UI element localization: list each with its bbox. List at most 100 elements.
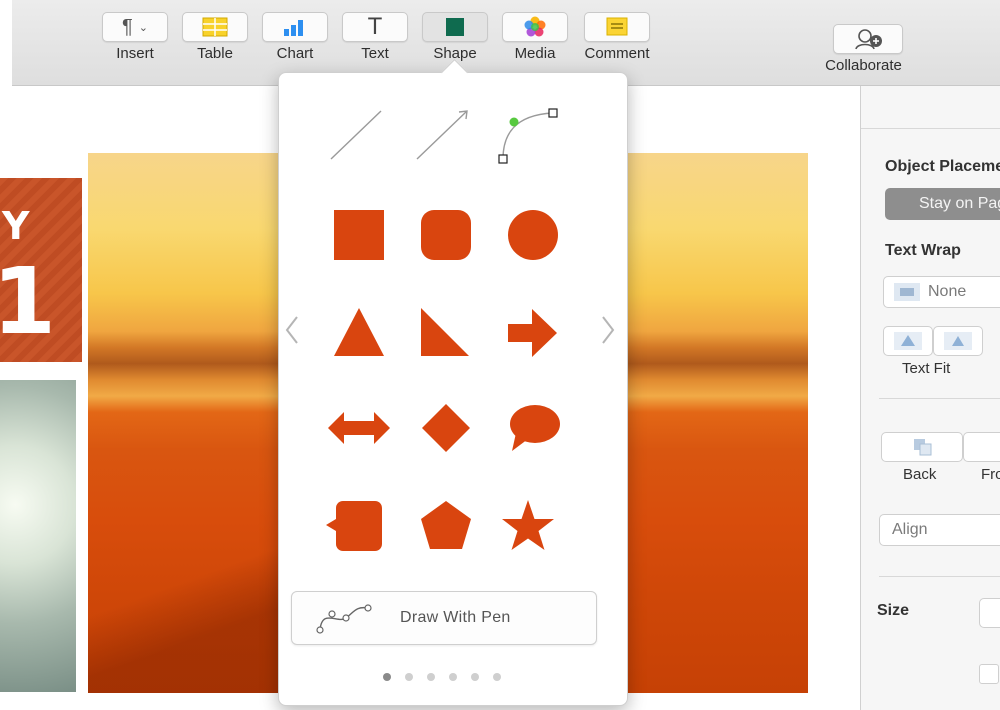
- right-triangle-icon: [421, 308, 469, 356]
- shape-speech-bubble[interactable]: [498, 393, 568, 463]
- back-label: Back: [903, 466, 937, 483]
- callout-square-icon: [326, 501, 382, 551]
- page-dot-6[interactable]: [493, 673, 501, 681]
- page-dot-3[interactable]: [427, 673, 435, 681]
- collaborate-person-add-icon: [855, 29, 882, 50]
- separator: [879, 398, 1000, 399]
- shape-triangle[interactable]: [324, 298, 394, 368]
- stay-on-page-button[interactable]: Stay on Page: [885, 188, 1000, 220]
- page-dot-4[interactable]: [449, 673, 457, 681]
- right-arrow-icon: [508, 309, 557, 357]
- double-arrow-icon: [328, 412, 390, 444]
- chart-button[interactable]: [262, 12, 328, 42]
- text-tool[interactable]: T Text: [342, 12, 408, 62]
- text-fit-label: Text Fit: [902, 360, 951, 377]
- collaborate-button[interactable]: [833, 24, 903, 54]
- send-backward-button[interactable]: [881, 432, 963, 462]
- draw-with-pen-label: Draw With Pen: [400, 609, 511, 626]
- shape-arrow[interactable]: [498, 298, 568, 368]
- page-indicator: [383, 673, 501, 683]
- chart-tool[interactable]: Chart: [262, 12, 328, 62]
- text-label: Text: [361, 45, 389, 62]
- shape-tool[interactable]: Shape: [422, 12, 488, 62]
- insert-tool[interactable]: ¶ ⌄ Insert: [102, 12, 168, 62]
- comment-tool[interactable]: Comment: [584, 12, 650, 62]
- chart-icon: [284, 20, 303, 36]
- page-dot-5[interactable]: [471, 673, 479, 681]
- wrap-fit-icon: [944, 332, 972, 350]
- text-wrap-value: None: [928, 283, 967, 300]
- shape-line[interactable]: [319, 101, 389, 171]
- shape-button[interactable]: [422, 12, 488, 42]
- text-wrap-option-left[interactable]: [883, 326, 933, 356]
- collaborate-label: Collaborate: [825, 57, 902, 74]
- next-page-chevron-icon[interactable]: [597, 313, 619, 347]
- shape-double-arrow[interactable]: [324, 393, 394, 463]
- triangle-icon: [334, 308, 384, 356]
- shape-circle[interactable]: [498, 200, 568, 270]
- table-tool[interactable]: Table: [182, 12, 248, 62]
- align-value: Align: [892, 521, 928, 538]
- square-icon: [334, 210, 384, 260]
- paragraph-icon: ¶: [122, 15, 133, 38]
- shape-rounded-square[interactable]: [411, 200, 481, 270]
- text-wrap-select[interactable]: None: [883, 276, 1000, 308]
- curve-icon: [498, 108, 558, 164]
- comment-note-icon: [606, 17, 628, 36]
- inspector-panel: Object Placement Stay on Page Text Wrap …: [860, 86, 1000, 710]
- pentagon-icon: [421, 501, 471, 549]
- shape-right-triangle[interactable]: [411, 298, 481, 368]
- arrow-line-icon: [416, 110, 468, 160]
- inspector-header: [861, 86, 1000, 129]
- insert-button[interactable]: ¶ ⌄: [102, 12, 168, 42]
- left-card-number: 1: [0, 248, 57, 355]
- shape-square-icon: [446, 18, 464, 36]
- comment-button[interactable]: [584, 12, 650, 42]
- chart-label: Chart: [276, 45, 314, 62]
- shape-star[interactable]: [493, 491, 563, 561]
- constrain-checkbox[interactable]: [979, 664, 999, 684]
- separator: [879, 576, 1000, 577]
- shape-popover: Draw With Pen: [278, 59, 628, 706]
- object-placement-title: Object Placement: [885, 158, 1000, 175]
- page-dot-1[interactable]: [383, 673, 391, 681]
- text-wrap-option-right[interactable]: [933, 326, 983, 356]
- text-t-icon: T: [368, 14, 382, 40]
- left-card-text: Y: [2, 204, 30, 248]
- pen-path-icon: [316, 604, 372, 634]
- text-wrap-none-icon: [894, 283, 920, 301]
- draw-with-pen-button[interactable]: Draw With Pen: [291, 591, 597, 645]
- left-card-orange[interactable]: Y 1: [0, 178, 82, 362]
- table-button[interactable]: [182, 12, 248, 42]
- insert-label: Insert: [116, 45, 154, 62]
- shape-square[interactable]: [324, 200, 394, 270]
- shape-curve[interactable]: [493, 101, 563, 171]
- chevron-down-icon: ⌄: [138, 21, 148, 34]
- page-dot-2[interactable]: [405, 673, 413, 681]
- send-back-icon: [914, 439, 932, 456]
- collaborate-tool[interactable]: Collaborate: [824, 24, 903, 74]
- line-icon: [330, 110, 382, 160]
- media-label: Media: [514, 45, 556, 62]
- shape-diamond[interactable]: [411, 393, 481, 463]
- bring-forward-button[interactable]: [963, 432, 1000, 462]
- shape-callout-square[interactable]: [324, 491, 394, 561]
- media-button[interactable]: [502, 12, 568, 42]
- shape-arrow-line[interactable]: [407, 101, 477, 171]
- front-label: Front: [981, 466, 1000, 483]
- text-wrap-title: Text Wrap: [885, 242, 961, 259]
- left-card-photo[interactable]: [0, 380, 76, 692]
- size-title: Size: [877, 602, 910, 619]
- star-icon: [502, 500, 554, 550]
- comment-label: Comment: [584, 45, 650, 62]
- width-field[interactable]: [979, 598, 1000, 628]
- shape-pentagon[interactable]: [411, 491, 481, 561]
- previous-page-chevron-icon[interactable]: [281, 313, 303, 347]
- text-button[interactable]: T: [342, 12, 408, 42]
- speech-bubble-icon: [510, 405, 560, 451]
- diamond-icon: [422, 404, 470, 452]
- rounded-square-icon: [421, 210, 471, 260]
- media-tool[interactable]: Media: [502, 12, 568, 62]
- table-label: Table: [197, 45, 233, 62]
- align-select[interactable]: Align: [879, 514, 1000, 546]
